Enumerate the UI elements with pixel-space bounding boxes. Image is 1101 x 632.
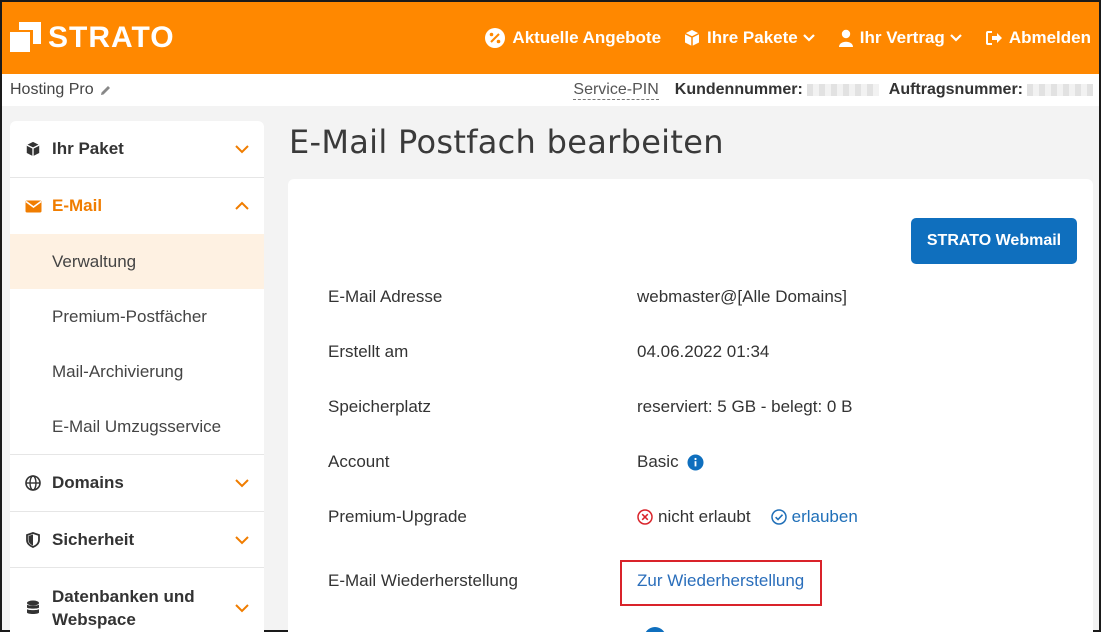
sidebar-section-label: E-Mail (52, 196, 103, 215)
envelope-icon (24, 200, 42, 213)
account-bar: Hosting Pro Service-PIN Kundennummer: Au… (2, 74, 1099, 106)
strato-webmail-button[interactable]: STRATO Webmail (911, 218, 1077, 264)
pencil-icon[interactable] (99, 84, 112, 97)
customer-number-label: Kundennummer: (674, 81, 803, 98)
check-circle-icon (770, 509, 787, 525)
row-value: 04.06.2022 01:34 (637, 342, 770, 361)
nav-packages[interactable]: Ihre Pakete (683, 28, 816, 48)
sidebar-item-premium-postfaecher[interactable]: Premium-Postfächer (10, 289, 264, 344)
sidebar-section-label: Ihr Paket (52, 139, 124, 158)
row-value: webmaster@[Alle Domains] (637, 287, 847, 306)
globe-icon (24, 475, 42, 491)
strato-logo[interactable]: STRATO (10, 21, 175, 55)
order-number-redacted (1027, 84, 1093, 96)
sidebar-item-mail-archivierung[interactable]: Mail-Archivierung (10, 344, 264, 399)
nav-contract[interactable]: Ihr Vertrag (838, 28, 963, 48)
box-icon (24, 141, 42, 157)
chevron-down-icon (802, 33, 816, 43)
row-value: nicht erlaubt erlauben (637, 507, 858, 527)
brand-name: STRATO (48, 21, 175, 54)
logout-icon (985, 30, 1003, 46)
row-label: Erstellt am (328, 342, 409, 361)
chevron-down-icon (949, 33, 963, 43)
row-label: E-Mail Adresse (328, 287, 443, 306)
chevron-down-icon (234, 473, 250, 493)
mailbox-card: STRATO Webmail E-Mail Adresse webmaster@… (288, 179, 1093, 632)
nav-logout-label: Abmelden (1008, 28, 1091, 47)
nav-offers[interactable]: Aktuelle Angebote (484, 27, 661, 49)
x-circle-icon (637, 509, 653, 525)
sidebar-section-package[interactable]: Ihr Paket (10, 121, 264, 178)
box-icon (683, 29, 701, 47)
allow-upgrade-link[interactable]: erlauben (770, 507, 858, 527)
nav-offers-label: Aktuelle Angebote (512, 28, 662, 47)
info-icon[interactable] (687, 454, 704, 471)
sidebar-section-label: Sicherheit (52, 529, 135, 549)
nav-contract-label: Ihr Vertrag (859, 28, 945, 47)
allow-link-label: erlauben (791, 507, 858, 526)
chevron-down-icon (234, 139, 250, 159)
sidebar-section-databases[interactable]: Datenbanken und Webspace (10, 568, 264, 632)
row-label: Speicherplatz (328, 397, 432, 416)
user-icon (838, 29, 854, 47)
top-nav: Aktuelle Angebote Ihre Pakete Ihr Vertra… (462, 27, 1091, 49)
sidebar-section-security[interactable]: Sicherheit (10, 512, 264, 568)
status-not-allowed: nicht erlaubt (637, 507, 751, 527)
page-title: E-Mail Postfach bearbeiten (289, 123, 724, 161)
row-storage: Speicherplatz reserviert: 5 GB - belegt:… (328, 397, 1068, 417)
strato-logo-mark (10, 22, 42, 54)
row-label: Premium-Upgrade (328, 507, 467, 526)
nav-logout[interactable]: Abmelden (985, 28, 1091, 48)
row-value: reserviert: 5 GB - belegt: 0 B (637, 397, 853, 416)
row-created: Erstellt am 04.06.2022 01:34 (328, 342, 1068, 362)
account-info: Service-PIN Kundennummer: Auftragsnummer… (573, 81, 1093, 100)
sidebar-email-submenu: Verwaltung Premium-Postfächer Mail-Archi… (10, 234, 264, 455)
row-value: Basic (637, 452, 704, 472)
shield-icon (24, 531, 42, 548)
row-account: Account Basic (328, 452, 1068, 472)
order-number-label: Auftragsnummer: (888, 81, 1023, 98)
row-premium-upgrade: Premium-Upgrade nicht erlaubt erlauben (328, 507, 1068, 527)
package-name-label: Hosting Pro (10, 81, 94, 98)
service-pin-link[interactable]: Service-PIN (573, 81, 659, 100)
restore-link[interactable]: Zur Wiederherstellung (637, 571, 804, 591)
sidebar-item-umzugsservice[interactable]: E-Mail Umzugsservice (10, 399, 264, 454)
row-email-restore: E-Mail Wiederherstellung Zur Wiederherst… (328, 571, 1068, 591)
status-text: nicht erlaubt (658, 507, 751, 526)
row-label: Account (328, 452, 390, 471)
percent-badge-icon (484, 27, 506, 49)
row-email-address: E-Mail Adresse webmaster@[Alle Domains] (328, 287, 1068, 307)
sidebar: Ihr Paket E-Mail Verwaltung Premium-Post… (10, 121, 264, 632)
package-name[interactable]: Hosting Pro (10, 81, 112, 99)
sidebar-section-domains[interactable]: Domains (10, 455, 264, 512)
sidebar-section-label: Domains (52, 473, 124, 492)
sidebar-section-email[interactable]: E-Mail (10, 178, 264, 234)
chevron-down-icon (234, 598, 250, 618)
row-value: Zur Wiederherstellung (637, 571, 804, 591)
database-icon (24, 600, 42, 616)
sidebar-item-verwaltung[interactable]: Verwaltung (10, 234, 264, 289)
nav-packages-label: Ihre Pakete (707, 28, 798, 47)
row-label: E-Mail Wiederherstellung (328, 571, 518, 590)
top-bar: STRATO Aktuelle Angebote Ihre Pakete Ihr… (2, 2, 1099, 74)
customer-number-redacted (806, 84, 879, 96)
account-type: Basic (637, 452, 679, 471)
chevron-down-icon (234, 530, 250, 550)
sidebar-section-label: Datenbanken und Webspace (52, 586, 195, 629)
chevron-up-icon (234, 196, 250, 216)
